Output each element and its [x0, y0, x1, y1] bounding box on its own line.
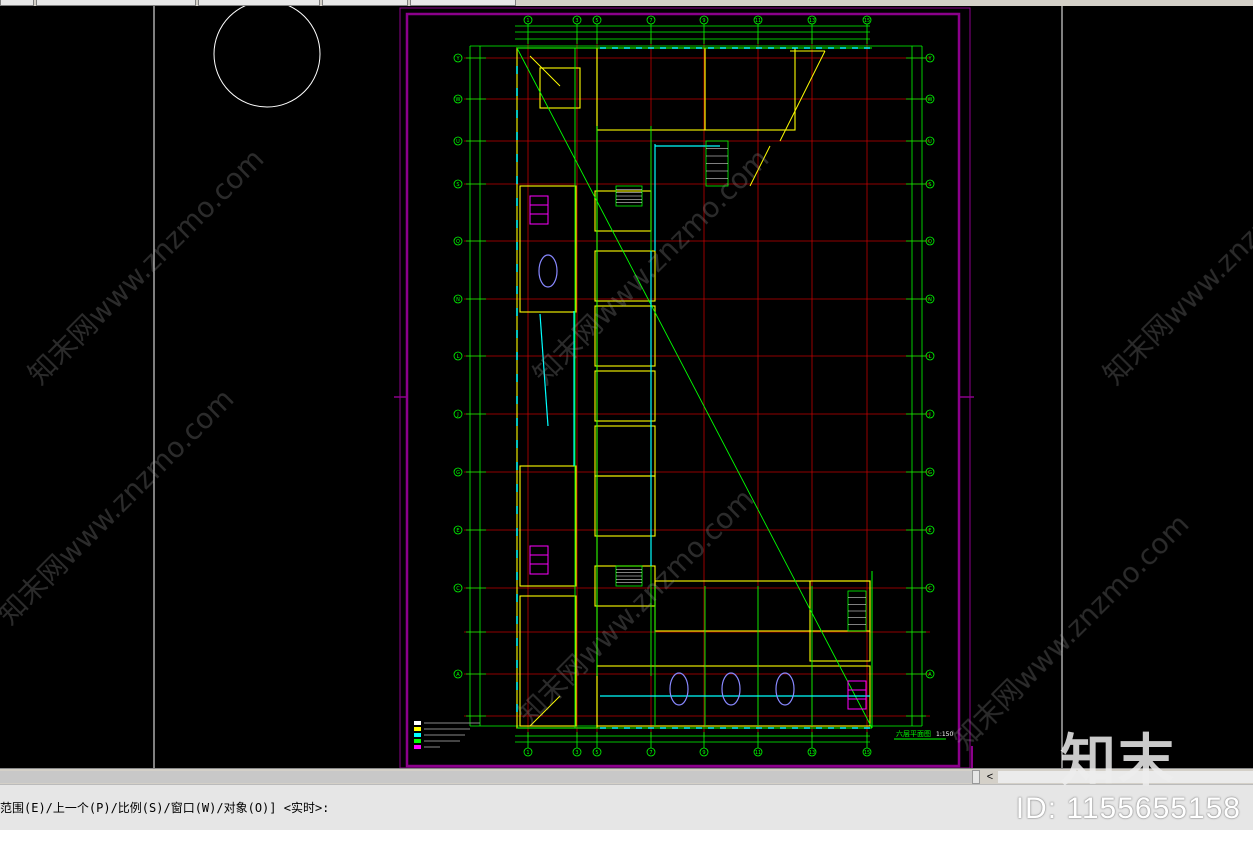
column-axis-label: 9 [702, 750, 705, 756]
row-axis-label: U [456, 139, 460, 145]
column-axis-label: 7 [649, 18, 652, 24]
row-axis-label: J [456, 412, 458, 418]
column-axis-label: 9 [702, 18, 705, 24]
sheet-inner-border [405, 12, 961, 768]
column-axis-label: 3 [575, 750, 578, 756]
column-axis-label: 15 [864, 750, 870, 756]
row-axis-label: W [456, 97, 461, 103]
column-axis-label: 7 [649, 750, 652, 756]
row-axis-label: G [928, 470, 932, 476]
row-axis-label: Q [456, 239, 460, 245]
row-axis-label: N [928, 297, 932, 303]
watermark-logo: 知末 [1060, 729, 1176, 794]
drawing-title: 六层平面图 1:150 [894, 729, 953, 740]
building-plan [516, 47, 873, 729]
column-axis-label: 1 [526, 750, 529, 756]
row-axis-label: U [928, 139, 932, 145]
watermark-text: 知末网www.znzmo.com [22, 142, 271, 391]
cad-drawing: 1133557799111113131515Y YW WU US SQ QN NL LJ JG G… [0, 6, 1253, 768]
watermark-text: 知末网www.znzmo.com [512, 482, 761, 731]
column-axis-label: 11 [755, 18, 761, 24]
row-axis-label: A [456, 672, 460, 678]
command-prompt-text: 范围(E)/上一个(P)/比例(S)/窗口(W)/对象(O)] <实时>: [0, 801, 330, 815]
row-axis-label: W [928, 97, 933, 103]
watermark-text: 知末网www.znzmo.com [1097, 142, 1253, 391]
watermark: 知末网www.znzmo.com 知末网www.znzmo.com 知末网www… [0, 142, 1253, 756]
axis-grid [464, 24, 930, 748]
row-axis-label: G [456, 470, 460, 476]
column-axis-label: 11 [755, 750, 761, 756]
watermark-text: 知末网www.znzmo.com [0, 382, 240, 631]
watermark-id: ID: 1155655158 [1015, 792, 1241, 825]
column-axis-label: 15 [864, 18, 870, 24]
column-axis-label: 5 [595, 750, 598, 756]
row-axis-label: J [928, 412, 930, 418]
circle-shape [213, 6, 321, 108]
row-axis-label: E [928, 528, 931, 534]
scroll-left-arrow-icon[interactable]: < [982, 770, 998, 784]
row-axis-label: E [456, 528, 459, 534]
status-strip [0, 830, 1253, 850]
row-axis-label: Q [928, 239, 932, 245]
column-axis-label: 3 [575, 18, 578, 24]
drawing-title-label: 六层平面图 [896, 729, 931, 738]
scroll-track[interactable] [0, 771, 972, 783]
drawing-viewport[interactable]: 1 1 3 3 5 5 7 7 9 9 11 11 13 13 15 15 Y Y W W U U S S Q Q N N L L J J G G… [0, 6, 1253, 768]
row-axis-label: L [457, 354, 460, 360]
row-axis-label: L [929, 354, 932, 360]
row-axis-label: C [456, 586, 460, 592]
row-axis-label: S [456, 182, 459, 188]
row-axis-label: Y [455, 56, 460, 62]
row-axis-label: Y [927, 56, 932, 62]
row-axis-label: S [928, 182, 931, 188]
row-axis-label: A [928, 672, 932, 678]
column-axis-label: 13 [809, 18, 815, 24]
row-axis-label: N [456, 297, 460, 303]
row-axis-label: C [928, 586, 932, 592]
column-axis-label: 1 [526, 18, 529, 24]
sheet-border [399, 7, 971, 768]
column-axis-label: 13 [809, 750, 815, 756]
column-axis-label: 5 [595, 18, 598, 24]
scroll-thumb[interactable] [972, 770, 980, 784]
axis-labels: 1133557799111113131515Y YW WU US SQ QN NL LJ JG G… [453, 15, 935, 757]
